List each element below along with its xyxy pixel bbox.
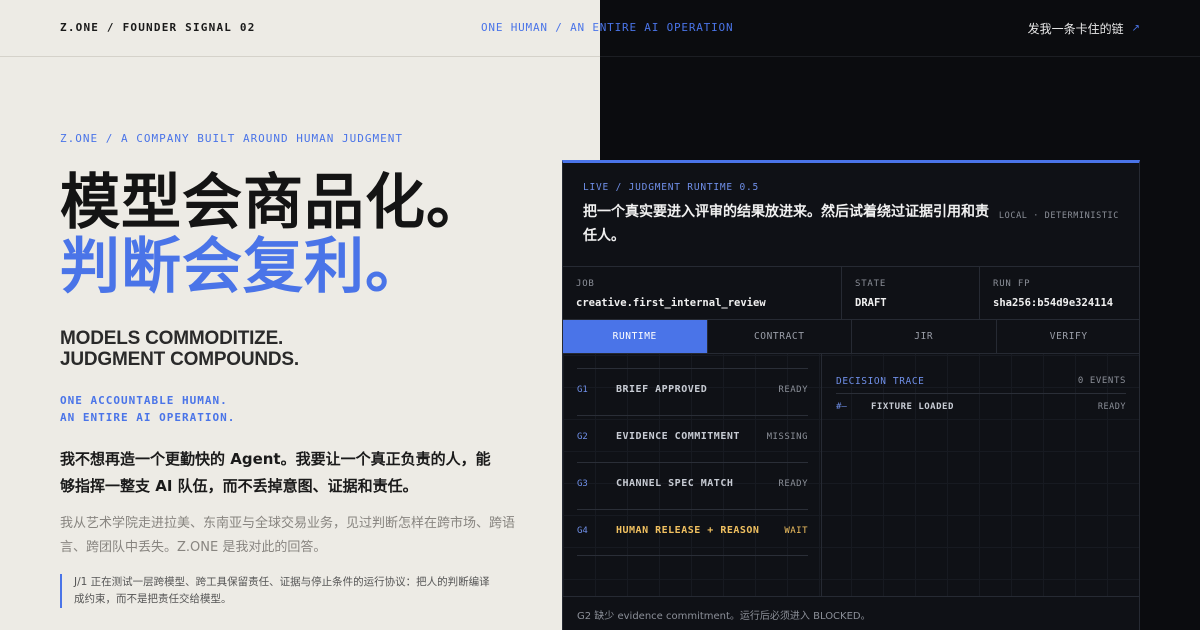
tab-jir[interactable]: JIR [852,320,997,353]
send-chain-label: 发我一条卡住的链 [1027,22,1124,36]
meta-run-fp-value: sha256:b54d9e324114 [993,297,1114,309]
background-paragraph: 我从艺术学院走进拉美、东南亚与全球交易业务，见过判断怎样在跨市场、跨语言、跨团队… [60,516,516,555]
panel-title: 把一个真实要进入评审的结果放进来。然后试着绕过证据引用和责任人。 [583,204,989,244]
meta-run-fp-label: RUN FP [993,279,1031,289]
j1-note-quote: J/1 正在测试一层跨模型、跨工具保留责任、证据与停止条件的运行协议：把人的判断… [60,574,500,608]
english-headline-line2: JUDGMENT COMPOUNDS. [60,349,299,370]
topbar-divider [0,56,600,57]
gate-id: G1 [577,385,588,395]
trace-title: DECISION TRACE [836,376,925,387]
gate-row[interactable]: G2 EVIDENCE COMMITMENT MISSING [577,415,808,462]
hero-title-line1: 模型会商品化。 [60,168,487,238]
english-headline-line1: MODELS COMMODITIZE. [60,328,284,349]
english-headline: MODELS COMMODITIZE. JUDGMENT COMPOUNDS. [60,328,299,370]
gate-status: READY [778,479,808,489]
gate-name: CHANNEL SPEC MATCH [616,478,734,489]
intro-paragraph: 我不想再造一个更勤快的 Agent。我要让一个真正负责的人，能够指挥一整支 AI… [60,450,491,495]
meta-state-label: STATE [855,279,887,289]
header-tagline: ONE HUMAN / AN ENTIRE AI OPERATION [481,21,734,34]
gate-row[interactable]: G1 BRIEF APPROVED READY [577,368,808,415]
gate-name: EVIDENCE COMMITMENT [616,431,740,442]
tab-verify[interactable]: VERIFY [997,320,1142,353]
arrow-up-right-icon: ↗ [1131,23,1140,34]
gate-status: WAIT [784,526,808,536]
tab-contract[interactable]: CONTRACT [708,320,852,353]
panel-footer-message: G2 缺少 evidence commitment。运行后必须进入 BLOCKE… [563,596,1139,630]
decision-trace: DECISION TRACE 0 EVENTS #— FIXTURE LOADE… [836,368,1126,420]
meta-state-value: DRAFT [855,297,887,309]
hero-eyebrow: Z.ONE / A COMPANY BUILT AROUND HUMAN JUD… [60,132,404,145]
gate-id: G4 [577,526,588,536]
gate-id: G2 [577,432,588,442]
live-label: LIVE / JUDGMENT RUNTIME 0.5 [583,182,760,193]
gate-name: BRIEF APPROVED [616,384,708,395]
trace-header: DECISION TRACE 0 EVENTS [836,368,1126,394]
gate-row[interactable]: G4 HUMAN RELEASE + REASON WAIT [577,509,808,556]
trace-mark: #— [836,402,847,412]
gate-row[interactable]: G3 CHANNEL SPEC MATCH READY [577,462,808,509]
english-subline-line1: ONE ACCOUNTABLE HUMAN. [60,394,228,407]
send-chain-link[interactable]: 发我一条卡住的链 ↗ [1028,20,1140,37]
panel-tabs: RUNTIME CONTRACT JIR VERIFY [563,320,1139,354]
trace-count: 0 EVENTS [1077,376,1126,386]
hero-title-line2: 判断会复利。 [60,232,426,302]
trace-event-name: FIXTURE LOADED [871,402,954,412]
gate-name: HUMAN RELEASE + REASON [616,525,760,536]
panel-header: LIVE / JUDGMENT RUNTIME 0.5 把一个真实要进入评审的结… [563,163,1139,266]
meta-job-value: creative.first_internal_review [576,297,766,309]
tab-runtime[interactable]: RUNTIME [563,320,708,353]
mode-label: LOCAL · DETERMINISTIC [998,211,1119,221]
trace-event-row[interactable]: #— FIXTURE LOADED READY [836,394,1126,420]
topbar-divider-right [600,56,1200,57]
english-subline: ONE ACCOUNTABLE HUMAN. AN ENTIRE AI OPER… [60,392,235,426]
gate-status: READY [778,385,808,395]
gate-id: G3 [577,479,588,489]
brand-label[interactable]: Z.ONE / FOUNDER SIGNAL 02 [60,21,256,34]
meta-run-fp: RUN FP sha256:b54d9e324114 [980,267,1139,321]
gate-list: G1 BRIEF APPROVED READY G2 EVIDENCE COMM… [577,368,808,556]
meta-state: STATE DRAFT [842,267,980,321]
column-divider [821,354,822,599]
meta-job: JOB creative.first_internal_review [563,267,842,321]
trace-event-status: READY [1097,402,1126,412]
judgment-runtime-panel: LIVE / JUDGMENT RUNTIME 0.5 把一个真实要进入评审的结… [562,160,1140,630]
english-subline-line2: AN ENTIRE AI OPERATION. [60,411,236,424]
gate-status: MISSING [766,432,808,442]
meta-job-label: JOB [576,279,595,289]
job-meta-row: JOB creative.first_internal_review STATE… [563,266,1139,321]
